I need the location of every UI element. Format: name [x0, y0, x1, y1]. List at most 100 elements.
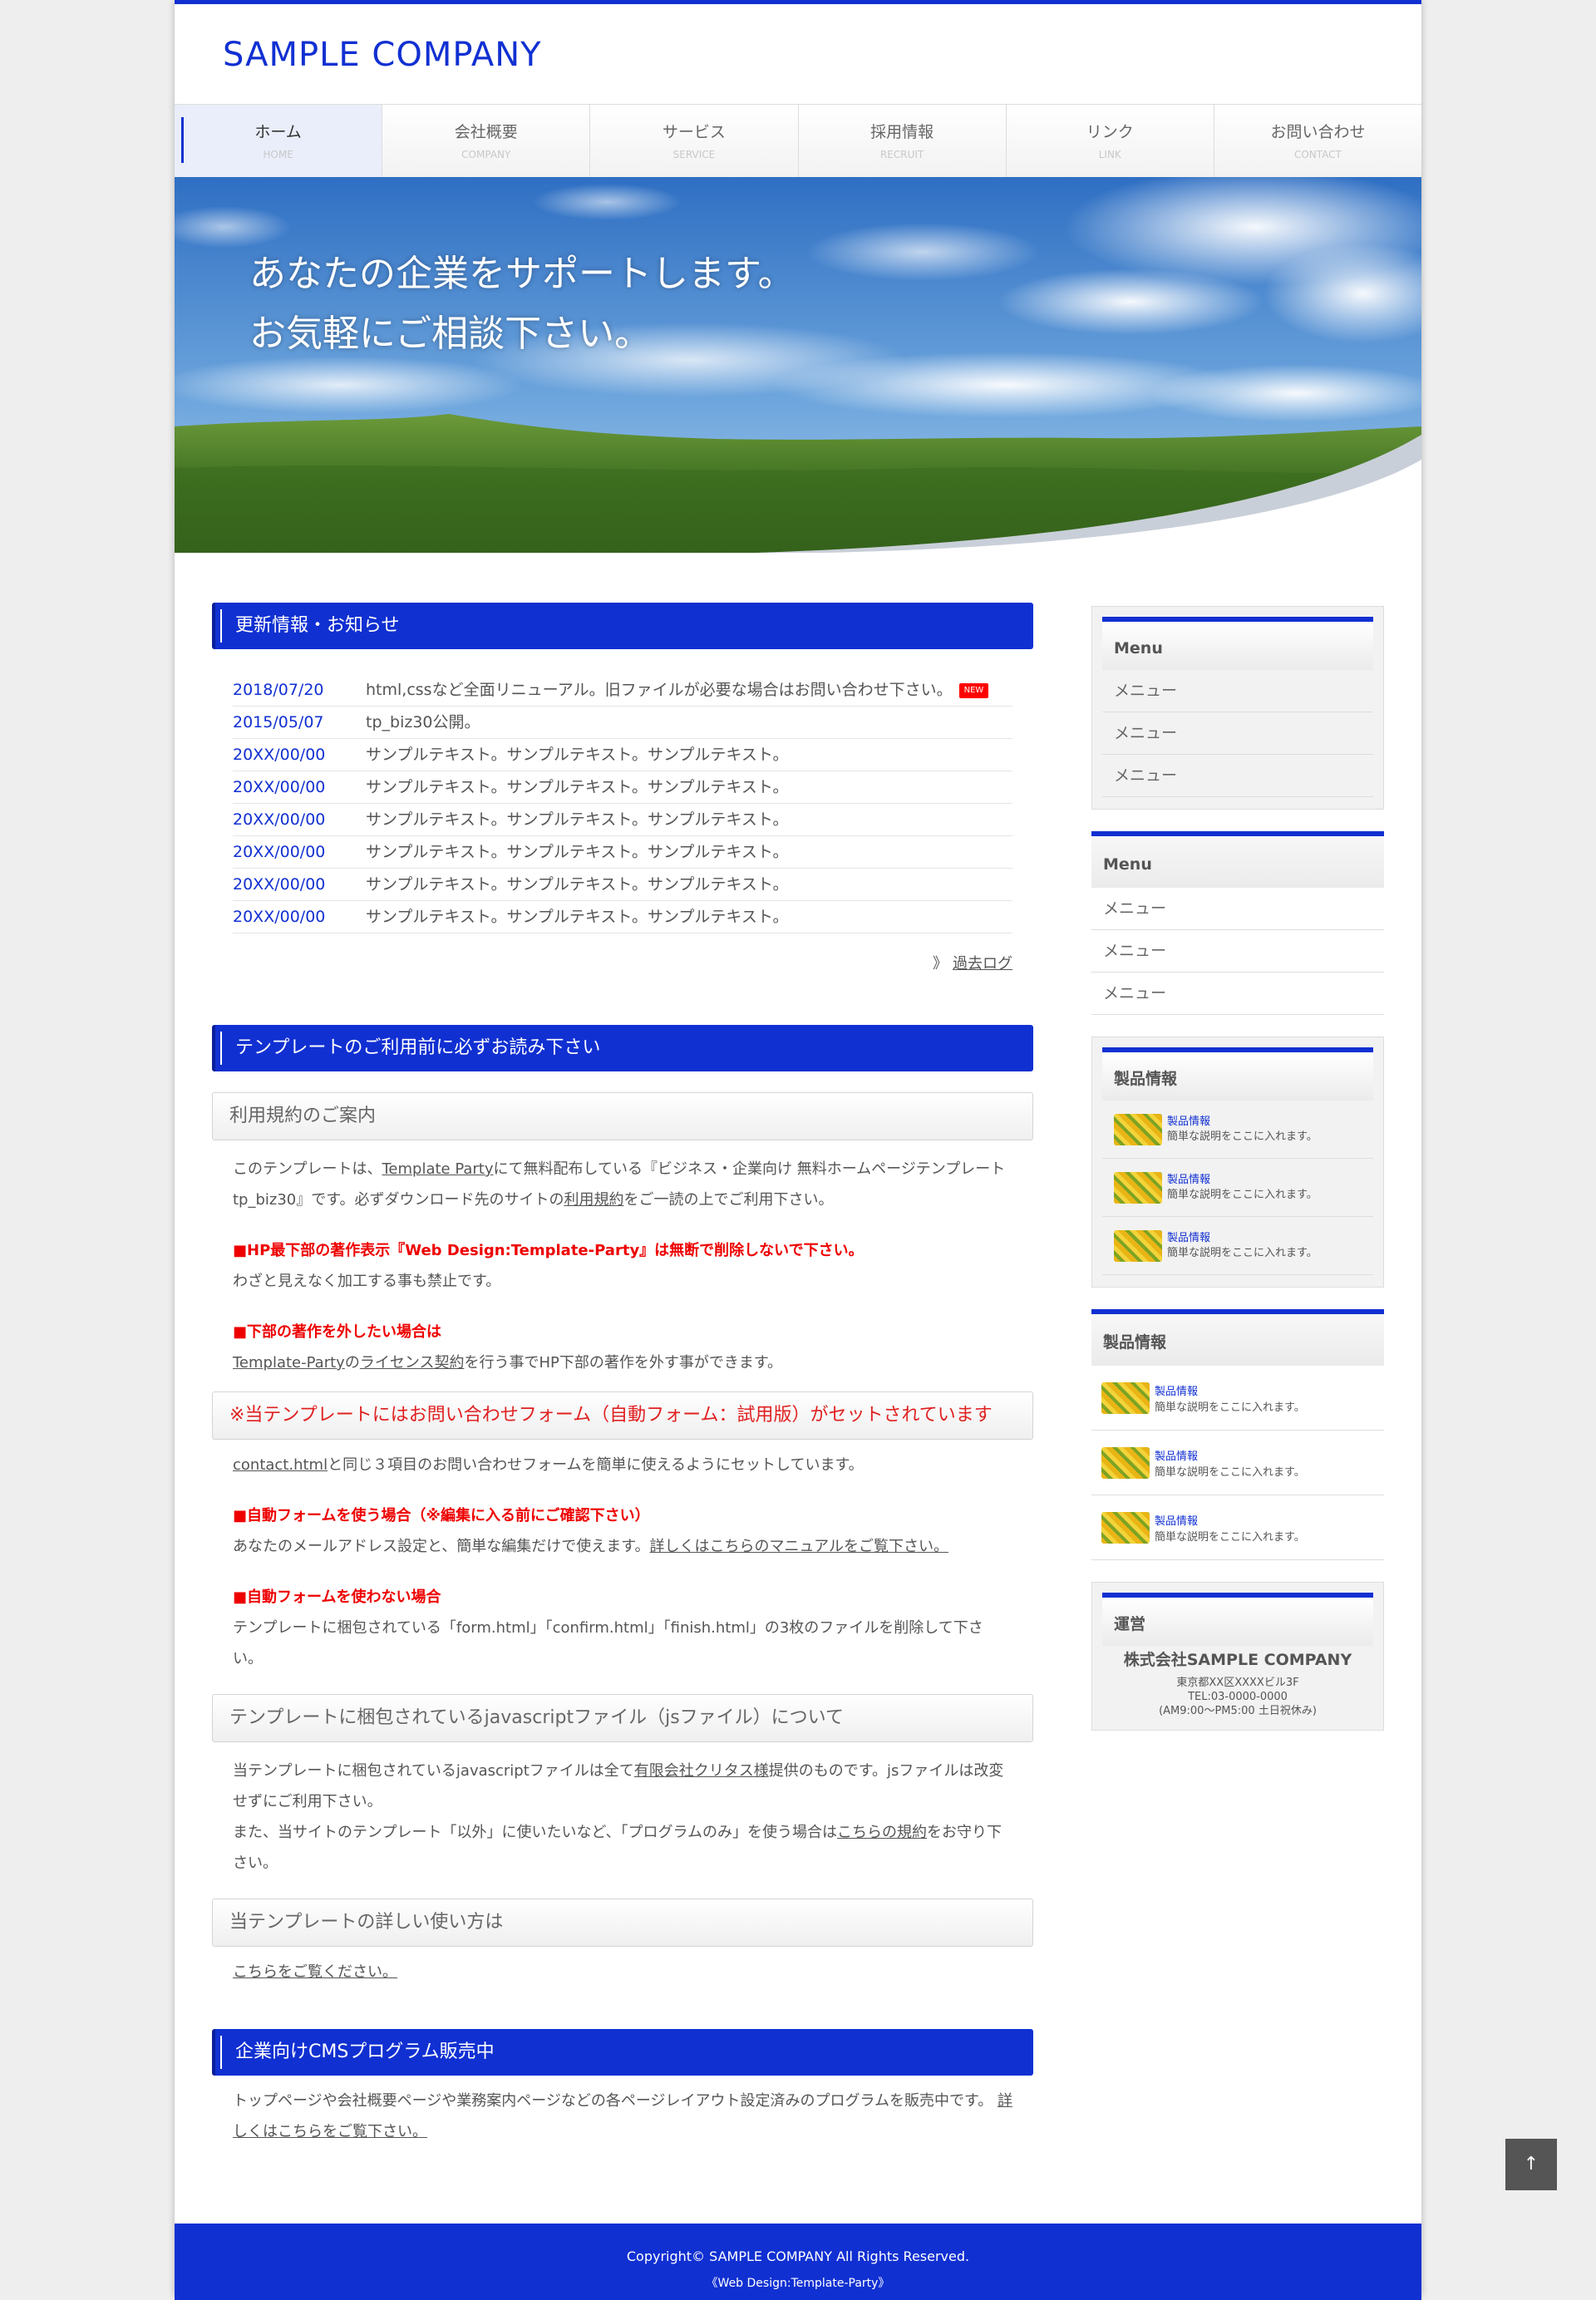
rules-link[interactable]: こちらの規約	[837, 1824, 927, 1841]
past-log-link[interactable]: 過去ログ	[953, 955, 1012, 973]
nav-item-recruit[interactable]: 採用情報 RECRUIT	[798, 105, 1007, 177]
nav-item-contact[interactable]: お問い合わせ CONTACT	[1214, 105, 1422, 177]
cms-text: トップページや会社概要ページや業務案内ページなどの各ページレイアウト設定済みのプ…	[233, 2086, 1012, 2147]
site-logo[interactable]: SAMPLE COMPANY	[223, 36, 542, 74]
text: このテンプレートは、	[233, 1160, 382, 1178]
nav-item-company[interactable]: 会社概要 COMPANY	[382, 105, 591, 177]
sidebar-menu-item[interactable]: メニュー	[1091, 888, 1384, 930]
js-text: 当テンプレートに梱包されているjavascriptファイルは全て有限会社クリタス…	[233, 1756, 1012, 1879]
product-desc: 簡単な説明をここに入れます。	[1167, 1188, 1318, 1201]
nav-label: リンク	[1086, 123, 1134, 141]
no-auto-form-heading: ■自動フォームを使わない場合	[233, 1588, 441, 1606]
hero-image: あなたの企業をサポートします。 お気軽にご相談下さい。	[175, 177, 1421, 553]
company-info: 株式会社SAMPLE COMPANY 東京都XX区XXXXビル3F TEL:03…	[1102, 1651, 1373, 1718]
news-item: 20XX/00/00 サンプルテキスト。サンプルテキスト。サンプルテキスト。	[233, 804, 1012, 836]
news-text: サンプルテキスト。サンプルテキスト。サンプルテキスト。	[366, 746, 789, 764]
sidebar-products-box: 製品情報 製品情報 簡単な説明をここに入れます。 製品情報 簡単な説明をここに入れま…	[1091, 1037, 1384, 1288]
products-title: 製品情報	[1091, 1309, 1384, 1366]
nav-label: 会社概要	[454, 123, 518, 141]
news-item: 20XX/00/00 サンプルテキスト。サンプルテキスト。サンプルテキスト。	[233, 739, 1012, 771]
news-date: 20XX/00/00	[233, 843, 326, 861]
design-credit-link[interactable]: 《Web Design:Template-Party》	[175, 2274, 1421, 2291]
news-item: 20XX/00/00 サンプルテキスト。サンプルテキスト。サンプルテキスト。	[233, 836, 1012, 869]
kuritas-link[interactable]: 有限会社クリタス様	[634, 1762, 769, 1780]
hero-landscape	[175, 177, 1421, 553]
terms-link[interactable]: 利用規約	[564, 1191, 623, 1209]
howto-heading: 当テンプレートの詳しい使い方は	[212, 1899, 1033, 1947]
sidebar-menu-title: Menu	[1091, 831, 1384, 888]
copyright-warning: ■HP最下部の著作表示『Web Design:Template-Party』は無…	[233, 1242, 864, 1259]
product-item[interactable]: 製品情報 簡単な説明をここに入れます。	[1102, 1217, 1373, 1275]
arrow-up-icon: ↑	[1523, 2154, 1539, 2174]
text: また、当サイトのテンプレート「以外」に使いたいなど、「プログラムのみ」を使う場合…	[233, 1824, 838, 1841]
contact-html-link[interactable]: contact.html	[233, 1456, 328, 1474]
product-item[interactable]: 製品情報 簡単な説明をここに入れます。	[1102, 1101, 1373, 1159]
product-name[interactable]: 製品情報	[1167, 1115, 1318, 1130]
product-desc: 簡単な説明をここに入れます。	[1155, 1530, 1305, 1544]
double-chevron-icon: 》	[933, 955, 948, 973]
manual-link[interactable]: 詳しくはこちらのマニュアルをご覧下さい。	[649, 1538, 948, 1555]
sidebar-menu-box: Menu メニュー メニュー メニュー	[1091, 606, 1384, 810]
sidebar-menu-item[interactable]: メニュー	[1091, 973, 1384, 1015]
news-text: サンプルテキスト。サンプルテキスト。サンプルテキスト。	[366, 843, 789, 861]
sidebar-menu-item[interactable]: メニュー	[1102, 755, 1373, 797]
nav-label: サービス	[662, 123, 726, 141]
news-item: 2018/07/20 html,cssなど全面リニューアル。旧ファイルが必要な場合…	[233, 674, 1012, 707]
product-desc: 簡単な説明をここに入れます。	[1155, 1401, 1305, 1414]
text: トップページや会社概要ページや業務案内ページなどの各ページレイアウト設定済みのプ…	[233, 2092, 993, 2110]
nav-item-home[interactable]: ホーム HOME	[175, 105, 383, 177]
nav-sublabel: CONTACT	[1293, 149, 1342, 160]
news-item: 20XX/00/00 サンプルテキスト。サンプルテキスト。サンプルテキスト。	[233, 771, 1012, 804]
cms-heading: 企業向けCMSプログラム販売中	[212, 2029, 1033, 2076]
products-title: 製品情報	[1102, 1047, 1373, 1101]
product-thumbnail	[1101, 1446, 1150, 1479]
news-item: 20XX/00/00 サンプルテキスト。サンプルテキスト。サンプルテキスト。	[233, 901, 1012, 933]
product-thumbnail	[1114, 1171, 1162, 1204]
nav-item-link[interactable]: リンク LINK	[1006, 105, 1214, 177]
page-top-button[interactable]: ↑	[1505, 2139, 1557, 2190]
company-box-title: 運営	[1102, 1593, 1373, 1646]
product-desc: 簡単な説明をここに入れます。	[1167, 1246, 1318, 1259]
product-thumbnail	[1114, 1229, 1162, 1262]
sidebar-menu-title: Menu	[1102, 617, 1373, 670]
hero-catch-line1: あなたの企業をサポートします。	[249, 253, 795, 295]
product-name[interactable]: 製品情報	[1155, 1512, 1305, 1528]
template-party-link[interactable]: Template Party	[382, 1160, 493, 1178]
product-name[interactable]: 製品情報	[1167, 1173, 1318, 1188]
new-badge: NEW	[958, 682, 989, 698]
nav-sublabel: LINK	[1098, 149, 1121, 160]
news-text: tp_biz30公開。	[366, 713, 480, 731]
text: と同じ３項目のお問い合わせフォームを簡単に使えるようにセットしています。	[328, 1456, 864, 1474]
product-item[interactable]: 製品情報簡単な説明をここに入れます。	[1091, 1495, 1384, 1560]
main-content: 更新情報・お知らせ 2018/07/20 html,cssなど全面リニューアル。旧…	[212, 603, 1033, 2147]
product-name[interactable]: 製品情報	[1155, 1382, 1305, 1398]
sidebar-company-box: 運営 株式会社SAMPLE COMPANY 東京都XX区XXXXビル3F TEL…	[1091, 1582, 1384, 1731]
product-name[interactable]: 製品情報	[1167, 1231, 1318, 1246]
howto-link[interactable]: こちらをご覧ください。	[233, 1963, 397, 1981]
remove-copyright-text: Template-Partyのライセンス契約を行う事でHP下部の著作を外す事がで…	[233, 1347, 1012, 1378]
news-heading: 更新情報・お知らせ	[212, 603, 1033, 649]
news-date: 20XX/00/00	[233, 875, 326, 894]
product-item[interactable]: 製品情報簡単な説明をここに入れます。	[1091, 1366, 1384, 1431]
product-name[interactable]: 製品情報	[1155, 1447, 1305, 1463]
page-container: SAMPLE COMPANY ホーム HOME 会社概要 COMPANY サービス S…	[175, 0, 1422, 2300]
nav-label: 採用情報	[870, 123, 934, 141]
company-address: 東京都XX区XXXXビル3F	[1176, 1677, 1299, 1689]
product-item[interactable]: 製品情報 簡単な説明をここに入れます。	[1102, 1159, 1373, 1217]
sidebar-menu-item[interactable]: メニュー	[1091, 930, 1384, 973]
nav-sublabel: COMPANY	[461, 149, 511, 160]
news-date: 2018/07/20	[233, 681, 324, 699]
sidebar-menu-item[interactable]: メニュー	[1102, 670, 1373, 712]
template-party-link[interactable]: Template-Party	[233, 1354, 345, 1372]
text: の	[344, 1354, 360, 1372]
news-text: サンプルテキスト。サンプルテキスト。サンプルテキスト。	[366, 778, 789, 796]
nav-item-service[interactable]: サービス SERVICE	[590, 105, 799, 177]
company-tel: TEL:03-0000-0000	[1188, 1691, 1288, 1703]
product-item[interactable]: 製品情報 簡単な説明をここに入れます。	[1091, 1431, 1384, 1495]
text: あなたのメールアドレス設定と、簡単な編集だけで使えます。	[233, 1538, 650, 1555]
sidebar-menu-item[interactable]: メニュー	[1102, 712, 1373, 755]
license-link[interactable]: ライセンス契約	[360, 1354, 465, 1372]
template-notice-heading: テンプレートのご利用前に必ずお読み下さい	[212, 1025, 1033, 1071]
product-desc: 簡単な説明をここに入れます。	[1167, 1130, 1318, 1143]
footer: Copyright© SAMPLE COMPANY All Rights Res…	[175, 2224, 1421, 2300]
